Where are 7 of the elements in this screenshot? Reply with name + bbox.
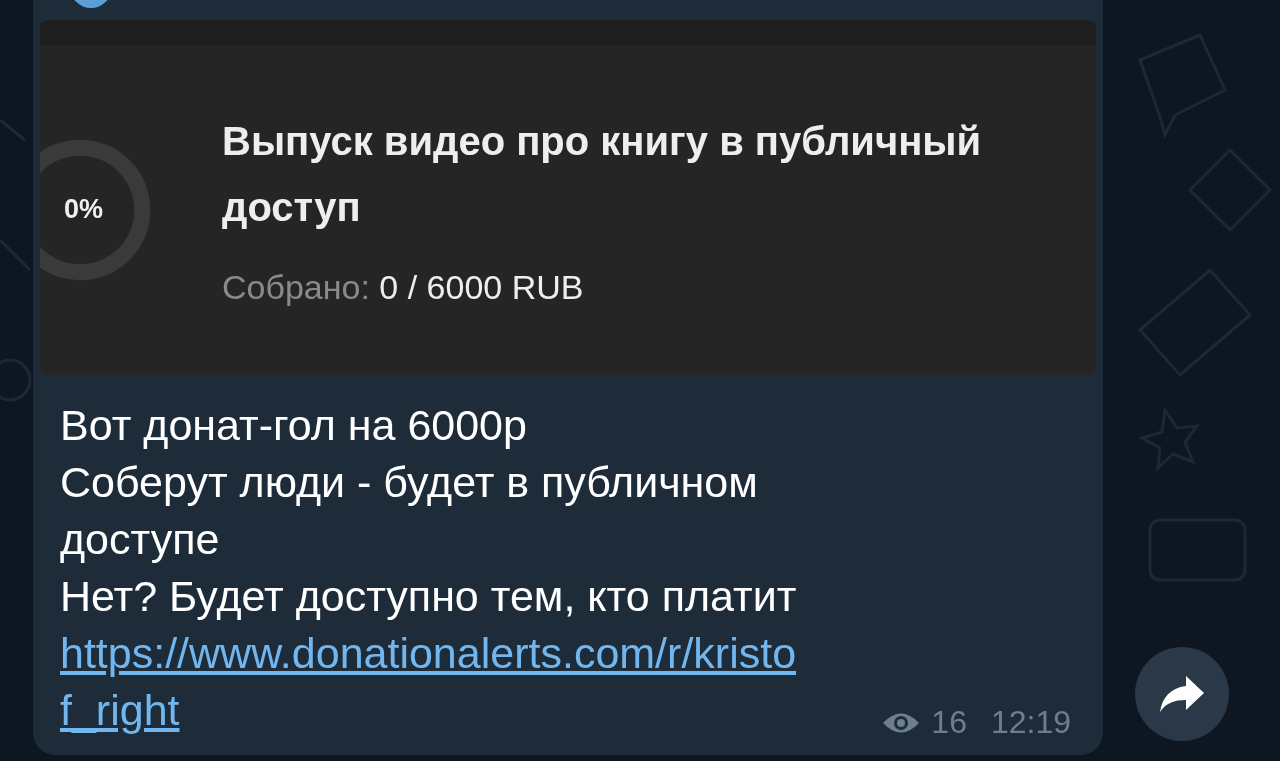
collected-amount: Собрано: 0 / 6000 RUB: [222, 267, 585, 307]
progress-percent: 0%: [64, 194, 104, 225]
goal-title: Выпуск видео про книгу в публичный доступ: [222, 117, 983, 231]
donation-link[interactable]: https://www.donationalerts.com/r/kristof_right: [60, 625, 802, 739]
view-count: 16: [931, 704, 967, 741]
message-text: Вот донат-гол на 6000р Соберут люди - будет в публичном доступе Нет? Будет доступно тем, кто платит: [60, 400, 798, 622]
message-time: 12:19: [990, 704, 1071, 741]
